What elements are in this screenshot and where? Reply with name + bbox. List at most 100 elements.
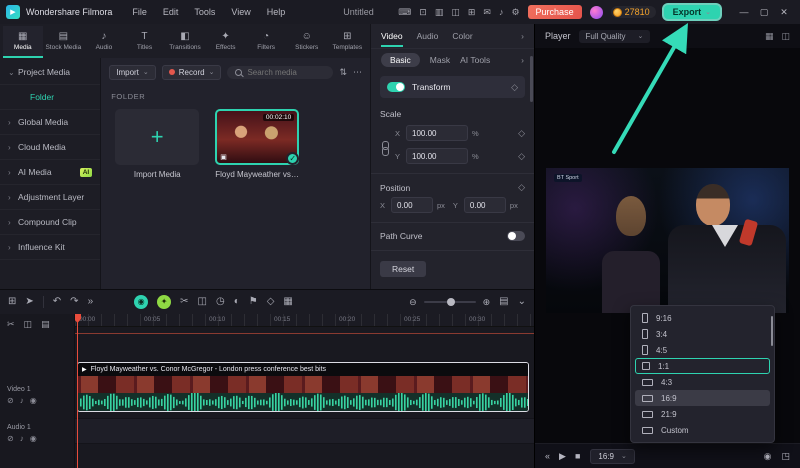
user-avatar[interactable] bbox=[589, 5, 603, 19]
more-icon[interactable]: ⋯ bbox=[353, 67, 362, 78]
import-media-box[interactable]: + bbox=[115, 109, 200, 165]
quality-dropdown[interactable]: Full Quality ⌄ bbox=[578, 29, 651, 43]
more-subtabs-icon[interactable]: › bbox=[521, 55, 524, 65]
sidebar-item[interactable]: › Influence Kit bbox=[0, 235, 101, 260]
zoom-in-icon[interactable]: ⊕ bbox=[483, 297, 491, 308]
playhead[interactable] bbox=[75, 314, 81, 468]
timeline-tool-icon[interactable]: ◇ bbox=[267, 297, 275, 307]
track-tool-icon[interactable]: ✂ bbox=[7, 319, 15, 330]
position-x-input[interactable] bbox=[391, 197, 433, 213]
timeline-tool-icon[interactable]: ⊞ bbox=[8, 297, 16, 307]
timeline-tool-icon[interactable]: » bbox=[88, 297, 94, 307]
keyframe-icon[interactable]: ◇ bbox=[511, 82, 518, 93]
record-button[interactable]: Record ⌄ bbox=[161, 64, 222, 80]
timeline-tool-icon[interactable]: ⚑ bbox=[249, 297, 258, 307]
properties-subtab[interactable]: Basic bbox=[381, 52, 420, 67]
import-button[interactable]: Import ⌄ bbox=[109, 64, 156, 80]
timeline-video-clip[interactable]: ▶ Floyd Mayweather vs. Conor McGregor - … bbox=[77, 362, 529, 412]
track-option-icon[interactable]: ⊘ bbox=[7, 396, 14, 405]
aspect-ratio-button[interactable]: 16:9 ⌄ bbox=[590, 448, 635, 464]
player-view-icon[interactable]: ▦ bbox=[765, 31, 774, 42]
playback-control-icon[interactable]: ■ bbox=[575, 451, 580, 461]
scrollbar[interactable] bbox=[530, 56, 533, 102]
player-view-icon[interactable]: ◫ bbox=[781, 31, 790, 42]
purchase-button[interactable]: Purchase bbox=[527, 5, 582, 19]
import-media-tile[interactable]: + Import Media bbox=[115, 109, 200, 179]
media-tab[interactable]: ☺ Stickers bbox=[287, 26, 327, 58]
scale-y-input[interactable] bbox=[406, 148, 468, 164]
timeline-tool-icon[interactable]: ▦ bbox=[283, 297, 292, 307]
zoom-slider[interactable] bbox=[423, 298, 476, 306]
aspect-ratio-option[interactable]: 4:3 bbox=[635, 374, 770, 390]
sidebar-item[interactable]: › Adjustment Layer bbox=[0, 185, 101, 210]
coin-balance[interactable]: 27810 bbox=[610, 6, 656, 18]
menu-item[interactable]: View bbox=[223, 7, 258, 17]
media-tab[interactable]: ▤ Stock Media bbox=[44, 26, 84, 58]
aspect-ratio-option[interactable]: 1:1 bbox=[635, 358, 770, 374]
transform-toggle[interactable] bbox=[387, 82, 405, 92]
link-scale-icon[interactable] bbox=[381, 140, 389, 156]
audio-track-lane[interactable] bbox=[75, 418, 534, 444]
titlebar-tool-icon[interactable]: ▥ bbox=[435, 7, 444, 18]
timeline-tool-icon[interactable]: ✦ bbox=[157, 295, 172, 309]
keyframe-icon[interactable]: ◇ bbox=[518, 151, 525, 162]
sidebar-item[interactable]: › Compound Clip bbox=[0, 210, 101, 235]
timeline-tool-icon[interactable]: ➤ bbox=[25, 297, 33, 307]
menu-item[interactable]: Help bbox=[259, 7, 294, 17]
sidebar-item[interactable]: › Cloud Media bbox=[0, 135, 101, 160]
timeline-tracks[interactable]: 00:00 00:05 00:10 00:15 00:20 00:25 00:30 ▶ Fl… bbox=[75, 314, 534, 468]
player-extra-icon[interactable]: ◉ bbox=[764, 451, 772, 462]
media-tab[interactable]: ◧ Transitions bbox=[165, 26, 205, 58]
media-tab[interactable]: ♪ Audio bbox=[84, 26, 124, 58]
zoom-out-icon[interactable]: ⊖ bbox=[409, 297, 417, 308]
maximize-button[interactable]: ▢ bbox=[754, 7, 774, 18]
properties-tab[interactable]: Audio bbox=[417, 26, 439, 47]
export-button[interactable]: Export ⌄ bbox=[663, 5, 720, 19]
timeline-tool-icon[interactable]: ↷ bbox=[70, 297, 78, 307]
media-clip-tile[interactable]: 00:02:10 ▣ ✓ Floyd Mayweather vs. ... bbox=[215, 109, 300, 179]
time-ruler[interactable]: 00:00 00:05 00:10 00:15 00:20 00:25 00:30 bbox=[75, 314, 534, 327]
aspect-ratio-option[interactable]: 9:16 bbox=[635, 310, 770, 326]
timeline-tool-icon[interactable]: ◫ bbox=[198, 297, 207, 307]
track-option-icon[interactable]: ◉ bbox=[30, 434, 37, 443]
timeline-tool-icon[interactable]: ↶ bbox=[53, 297, 61, 307]
scale-x-input[interactable] bbox=[406, 125, 468, 141]
track-option-icon[interactable]: ⊘ bbox=[7, 434, 14, 443]
keyframe-icon[interactable]: ◇ bbox=[518, 128, 525, 139]
reset-button[interactable]: Reset bbox=[380, 261, 427, 277]
properties-tab[interactable]: Color bbox=[452, 26, 472, 47]
track-option-icon[interactable]: ♪ bbox=[20, 434, 24, 443]
close-button[interactable]: ✕ bbox=[774, 7, 794, 18]
timeline-tool-icon[interactable]: ◉ bbox=[134, 295, 149, 309]
timeline-tool-icon[interactable]: ◷ bbox=[216, 297, 225, 307]
sidebar-item[interactable]: Folder bbox=[0, 85, 101, 110]
media-tab[interactable]: ✦ Effects bbox=[206, 26, 246, 58]
titlebar-tool-icon[interactable]: ⚙ bbox=[511, 7, 519, 18]
aspect-ratio-option[interactable]: 4:5 bbox=[635, 342, 770, 358]
aspect-ratio-option[interactable]: 16:9 bbox=[635, 390, 770, 406]
filter-icon[interactable]: ⇅ bbox=[339, 67, 347, 78]
minimize-button[interactable]: — bbox=[734, 7, 754, 18]
playback-control-icon[interactable]: « bbox=[545, 451, 550, 461]
media-search[interactable] bbox=[227, 65, 334, 79]
sidebar-item[interactable]: › AI Media AI bbox=[0, 160, 101, 185]
media-tab[interactable]: ▦ Media bbox=[3, 26, 43, 58]
keyframe-icon[interactable]: ◇ bbox=[518, 182, 525, 193]
aspect-ratio-option[interactable]: 3:4 bbox=[635, 326, 770, 342]
timeline-tool-icon[interactable]: ▤ bbox=[499, 297, 508, 307]
media-tab[interactable]: T Titles bbox=[125, 26, 165, 58]
titlebar-tool-icon[interactable]: ⊡ bbox=[419, 7, 427, 18]
track-tool-icon[interactable]: ▤ bbox=[41, 319, 50, 330]
scrollbar[interactable] bbox=[771, 316, 773, 346]
position-y-input[interactable] bbox=[463, 197, 506, 213]
titlebar-tool-icon[interactable]: ✉ bbox=[483, 7, 491, 18]
search-input[interactable] bbox=[247, 67, 328, 77]
timeline-tool-icon[interactable]: ✂ bbox=[180, 297, 188, 307]
video-preview[interactable]: BT Sport bbox=[546, 168, 789, 313]
aspect-ratio-option[interactable]: Custom bbox=[635, 422, 770, 438]
more-tabs-icon[interactable]: › bbox=[521, 31, 524, 41]
titlebar-tool-icon[interactable]: ♪ bbox=[499, 7, 504, 18]
media-tab[interactable]: ⊞ Templates bbox=[328, 26, 368, 58]
track-tool-icon[interactable]: ◫ bbox=[24, 319, 33, 330]
playback-control-icon[interactable]: ▶ bbox=[559, 451, 566, 462]
